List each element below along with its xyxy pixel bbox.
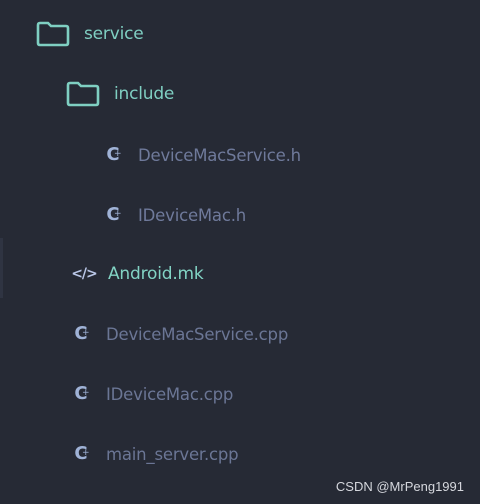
code-icon: </> xyxy=(71,266,98,282)
tree-item-devicemacservice-h[interactable]: C + DeviceMacService.h xyxy=(102,140,301,170)
c-file-icon: C + xyxy=(74,383,90,404)
tree-item-label: main_server.cpp xyxy=(106,444,239,464)
tree-item-label: IDeviceMac.h xyxy=(138,205,247,225)
tree-item-label: DeviceMacService.cpp xyxy=(106,324,289,344)
tree-item-idevicemac-cpp[interactable]: C + IDeviceMac.cpp xyxy=(70,379,233,409)
folder-icon xyxy=(66,81,100,107)
tree-item-label: IDeviceMac.cpp xyxy=(106,384,234,404)
watermark: CSDN @MrPeng1991 xyxy=(335,479,464,494)
panel-edge xyxy=(0,238,3,298)
tree-item-label: include xyxy=(114,84,175,104)
tree-item-label: service xyxy=(84,24,144,44)
tree-item-idevicemac-h[interactable]: C + IDeviceMac.h xyxy=(102,200,246,230)
c-file-icon: C + xyxy=(74,323,90,344)
folder-icon xyxy=(36,21,70,47)
tree-item-label: Android.mk xyxy=(108,264,204,284)
tree-item-service-folder[interactable]: service xyxy=(36,19,144,49)
c-header-icon: C + xyxy=(106,144,122,165)
tree-item-main-server-cpp[interactable]: C + main_server.cpp xyxy=(70,439,238,469)
tree-item-label: DeviceMacService.h xyxy=(138,145,301,165)
c-file-icon: C + xyxy=(74,443,90,464)
tree-item-android-mk[interactable]: </> Android.mk xyxy=(70,259,204,289)
file-tree: service include C + DeviceMacService.h C +… xyxy=(0,0,480,504)
c-header-icon: C + xyxy=(106,204,122,225)
tree-item-devicemacservice-cpp[interactable]: C + DeviceMacService.cpp xyxy=(70,319,288,349)
tree-item-include-folder[interactable]: include xyxy=(66,79,174,109)
